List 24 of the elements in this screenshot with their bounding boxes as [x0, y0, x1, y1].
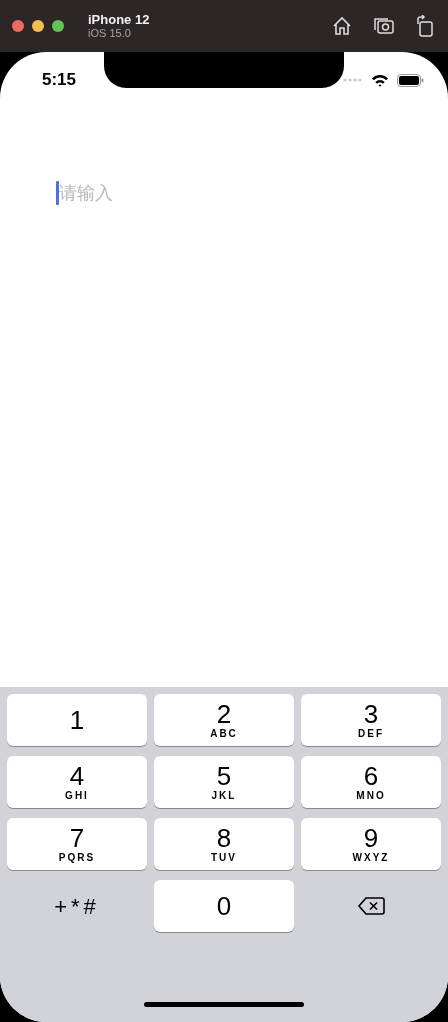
digit-key[interactable]: 8 TUV: [154, 818, 294, 870]
window-subtitle: iOS 15.0: [88, 27, 132, 40]
digit-key[interactable]: 2 ABC: [154, 694, 294, 746]
digit-key[interactable]: 9 WXYZ: [301, 818, 441, 870]
symbols-key[interactable]: +*#: [7, 880, 147, 932]
digit-key[interactable]: 7 PQRS: [7, 818, 147, 870]
home-icon[interactable]: [332, 16, 352, 36]
camera-icon[interactable]: [374, 17, 394, 35]
minimize-button[interactable]: [32, 20, 44, 32]
wifi-icon: [371, 73, 389, 87]
status-time: 5:15: [42, 69, 77, 92]
digit-key[interactable]: 4 GHI: [7, 756, 147, 808]
zoom-button[interactable]: [52, 20, 64, 32]
digit-key[interactable]: 0: [154, 880, 294, 932]
signal-icon: [343, 78, 363, 82]
digit-key[interactable]: 6 MNO: [301, 756, 441, 808]
digit-key[interactable]: 5 JKL: [154, 756, 294, 808]
close-button[interactable]: [12, 20, 24, 32]
digit-key[interactable]: 1: [7, 694, 147, 746]
rotate-icon[interactable]: [416, 15, 434, 37]
window-title: iPhone 12: [88, 12, 150, 27]
battery-icon: [397, 73, 424, 87]
backspace-icon: [357, 896, 385, 916]
digit-key[interactable]: 3 DEF: [301, 694, 441, 746]
